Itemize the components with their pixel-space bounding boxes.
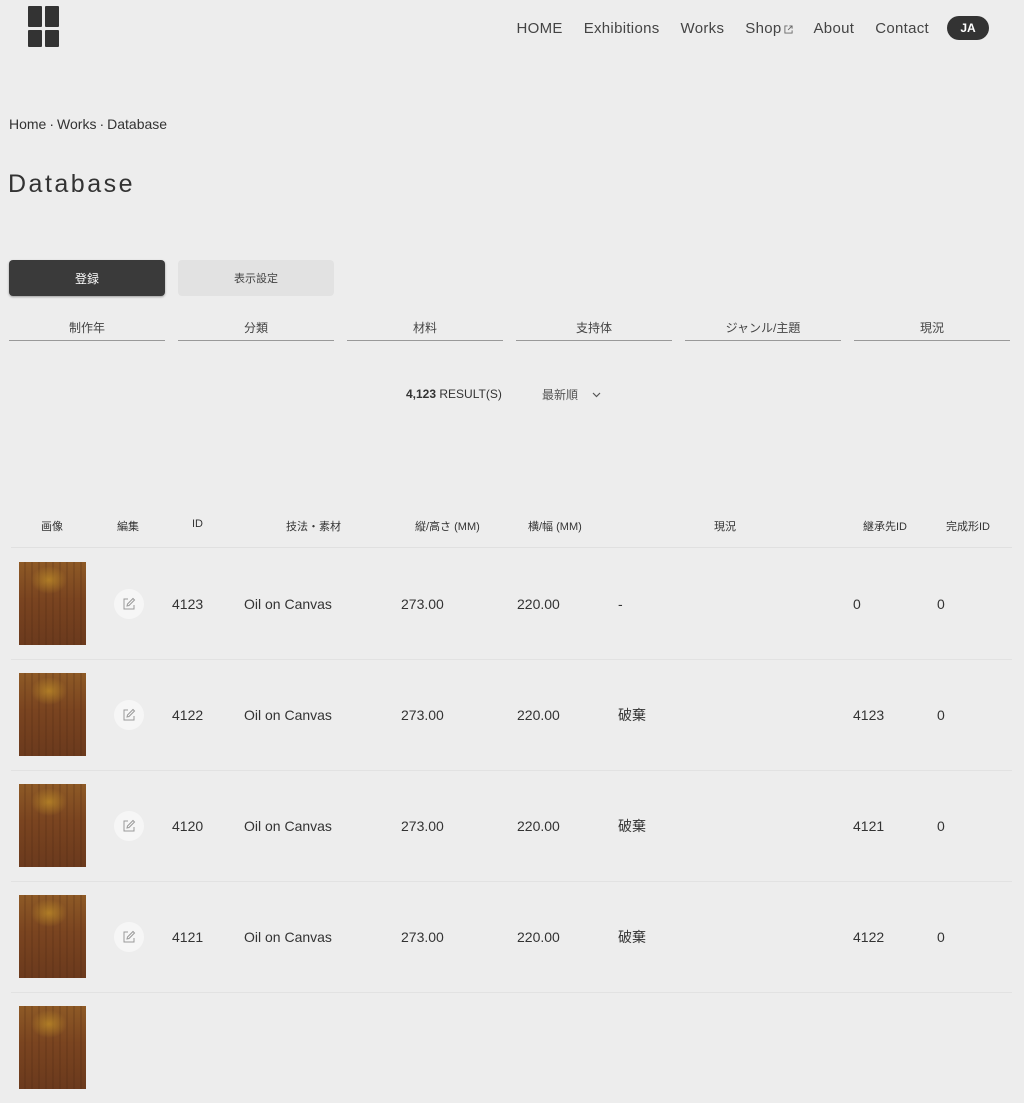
cell-height: 273.00 (401, 595, 444, 612)
artwork-thumbnail[interactable] (19, 562, 86, 645)
cell-technique: Oil on Canvas (244, 706, 332, 723)
breadcrumb: Home · Works · Database (9, 116, 167, 132)
edit-button[interactable] (114, 699, 144, 730)
nav-contact[interactable]: Contact (875, 20, 929, 37)
nav-exhibitions[interactable]: Exhibitions (584, 20, 660, 37)
cell-technique: Oil on Canvas (244, 928, 332, 945)
nav-works[interactable]: Works (681, 20, 725, 37)
cell-width: 220.00 (517, 706, 560, 723)
edit-icon (123, 708, 136, 720)
table-row[interactable]: 4121 Oil on Canvas 273.00 220.00 破棄 4122… (11, 881, 1012, 993)
col-edit: 編集 (117, 521, 139, 533)
edit-button[interactable] (114, 921, 144, 952)
filter-bar: 制作年 分類 材料 支持体 ジャンル/主題 現況 (9, 312, 1011, 342)
edit-button[interactable] (114, 810, 144, 841)
cell-successor-id: 4123 (853, 706, 885, 723)
page-title: Database (8, 170, 136, 198)
edit-icon (123, 930, 136, 942)
register-button[interactable]: 登録 (9, 260, 165, 296)
cell-id: 4123 (172, 595, 204, 612)
external-link-icon (783, 25, 793, 34)
filter-material[interactable]: 材料 (347, 312, 503, 341)
cell-width: 220.00 (517, 817, 560, 834)
cell-technique: Oil on Canvas (244, 595, 332, 612)
cell-status: - (618, 595, 623, 612)
nav-shop-label: Shop (745, 19, 782, 37)
nav-shop[interactable]: Shop (745, 19, 793, 37)
filter-year[interactable]: 制作年 (9, 312, 165, 341)
table-row[interactable] (11, 992, 1012, 1103)
table-row[interactable]: 4123 Oil on Canvas 273.00 220.00 - 0 0 (11, 548, 1012, 660)
table-row[interactable]: 4122 Oil on Canvas 273.00 220.00 破棄 4123… (11, 659, 1012, 771)
col-id: ID (192, 518, 203, 530)
edit-icon (123, 819, 136, 831)
col-status: 現況 (714, 521, 736, 533)
logo-block (45, 6, 59, 27)
cell-height: 273.00 (401, 928, 444, 945)
col-height: 縦/高さ (MM) (415, 521, 480, 533)
cell-final-id: 0 (937, 595, 945, 612)
breadcrumb-separator: · (99, 116, 105, 132)
logo-block (28, 30, 42, 47)
col-width: 横/幅 (MM) (528, 521, 582, 533)
table-row[interactable]: 4120 Oil on Canvas 273.00 220.00 破棄 4121… (11, 770, 1012, 882)
cell-height: 273.00 (401, 817, 444, 834)
artwork-thumbnail[interactable] (19, 784, 86, 867)
cell-id: 4122 (172, 706, 204, 723)
cell-status: 破棄 (618, 817, 646, 834)
nav-home[interactable]: HOME (516, 20, 562, 37)
cell-status: 破棄 (618, 706, 646, 723)
language-toggle[interactable]: JA (947, 16, 989, 40)
site-logo[interactable] (28, 6, 59, 47)
table-header: 画像 編集 ID 技法・素材 縦/高さ (MM) 横/幅 (MM) 現況 継承先… (11, 510, 1012, 548)
filter-category[interactable]: 分類 (178, 312, 334, 341)
sort-select[interactable]: 最新順 (542, 386, 601, 403)
cell-id: 4120 (172, 817, 204, 834)
logo-block (28, 6, 42, 27)
chevron-down-icon (592, 392, 601, 397)
main-nav: HOME Exhibitions Works Shop About Contac… (516, 16, 989, 40)
cell-width: 220.00 (517, 595, 560, 612)
cell-technique: Oil on Canvas (244, 817, 332, 834)
cell-id: 4121 (172, 928, 204, 945)
artwork-thumbnail[interactable] (19, 673, 86, 756)
edit-button[interactable] (114, 588, 144, 619)
cell-final-id: 0 (937, 817, 945, 834)
col-final-id: 完成形ID (946, 521, 990, 533)
cell-successor-id: 0 (853, 595, 861, 612)
artwork-thumbnail[interactable] (19, 895, 86, 978)
cell-width: 220.00 (517, 928, 560, 945)
breadcrumb-separator: · (49, 116, 55, 132)
logo-block (45, 30, 59, 47)
results-number: 4,123 (406, 387, 437, 401)
breadcrumb-home[interactable]: Home (9, 116, 46, 132)
breadcrumb-works[interactable]: Works (57, 116, 96, 132)
edit-icon (123, 597, 136, 609)
filter-support[interactable]: 支持体 (516, 312, 672, 341)
col-successor-id: 継承先ID (863, 521, 907, 533)
cell-final-id: 0 (937, 706, 945, 723)
results-label: RESULT(S) (439, 387, 502, 401)
filter-status[interactable]: 現況 (854, 312, 1010, 341)
artwork-thumbnail[interactable] (19, 1006, 86, 1089)
filter-genre[interactable]: ジャンル/主題 (685, 312, 841, 341)
cell-final-id: 0 (937, 928, 945, 945)
breadcrumb-current: Database (107, 116, 168, 132)
results-count: 4,123 RESULT(S) (406, 387, 502, 401)
col-technique: 技法・素材 (286, 521, 341, 533)
nav-about[interactable]: About (814, 20, 855, 37)
cell-successor-id: 4121 (853, 817, 885, 834)
cell-status: 破棄 (618, 928, 646, 945)
sort-selected: 最新順 (542, 388, 579, 402)
display-settings-button[interactable]: 表示設定 (178, 260, 334, 296)
cell-height: 273.00 (401, 706, 444, 723)
col-image: 画像 (41, 521, 63, 533)
cell-successor-id: 4122 (853, 928, 885, 945)
